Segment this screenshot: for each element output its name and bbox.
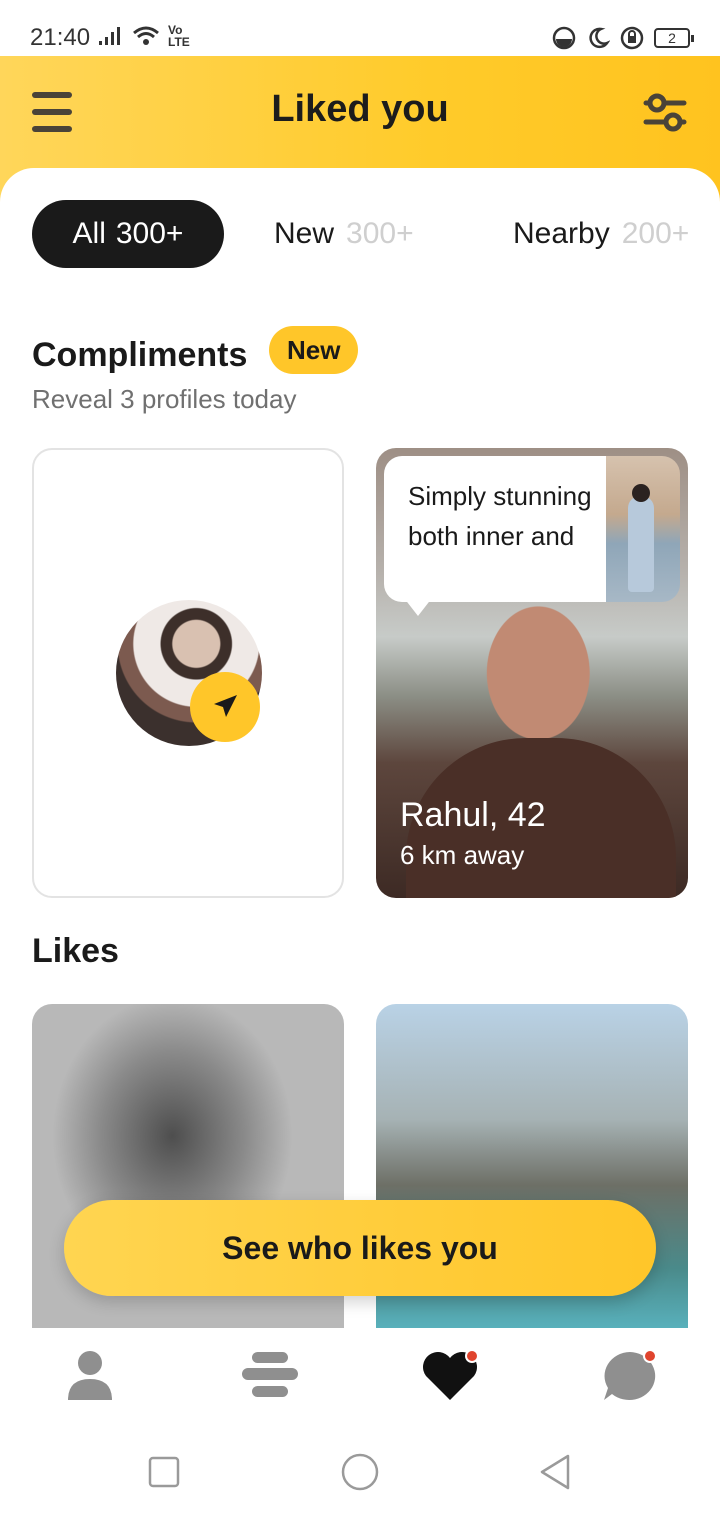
tab-new-label: New bbox=[274, 217, 335, 250]
chat-icon[interactable] bbox=[598, 1346, 662, 1406]
filter-tabs: All 300+ New 300+ Nearby 200+ bbox=[32, 200, 720, 270]
profile-name-age: Rahul, 42 bbox=[400, 796, 546, 834]
person-icon[interactable] bbox=[58, 1346, 122, 1406]
see-who-likes-you-button[interactable]: See who likes you bbox=[64, 1200, 656, 1296]
status-bar: 21:40 Vo LTE 2 bbox=[0, 0, 720, 56]
compliment-profile-card[interactable]: Simply stunning both inner and Rahul, 42… bbox=[376, 448, 688, 898]
battery-icon: 2 bbox=[654, 28, 694, 48]
bottom-nav bbox=[0, 1328, 720, 1428]
compliment-bubble: Simply stunning both inner and bbox=[384, 456, 606, 602]
tab-new[interactable]: New 300+ bbox=[274, 200, 414, 268]
compliments-subtitle: Reveal 3 profiles today bbox=[32, 384, 297, 414]
status-time: 21:40 bbox=[30, 24, 91, 51]
rotation-lock-icon bbox=[620, 26, 644, 50]
heart-icon[interactable] bbox=[418, 1346, 482, 1406]
tab-all-label: All bbox=[72, 217, 106, 250]
home-icon[interactable] bbox=[340, 1452, 380, 1492]
new-badge: New bbox=[269, 326, 359, 374]
back-icon[interactable] bbox=[536, 1452, 576, 1492]
tab-all[interactable]: All 300+ bbox=[32, 200, 224, 268]
filter-icon[interactable] bbox=[642, 90, 688, 136]
tab-all-count: 300+ bbox=[115, 217, 184, 250]
system-nav-bar bbox=[0, 1428, 720, 1520]
sender-photo-thumbnail bbox=[606, 456, 680, 602]
my-avatar bbox=[116, 600, 262, 746]
tab-nearby-label: Nearby bbox=[513, 217, 610, 250]
volte-label: Vo LTE bbox=[168, 23, 190, 49]
tab-new-count: 300+ bbox=[346, 217, 414, 250]
bubble-tail bbox=[404, 598, 432, 616]
moon-icon bbox=[589, 27, 610, 49]
wifi-icon bbox=[133, 26, 159, 45]
page-title: Liked you bbox=[271, 88, 449, 130]
recents-icon[interactable] bbox=[144, 1452, 184, 1492]
main-content: All 300+ New 300+ Nearby 200+ Compliment… bbox=[0, 168, 720, 1328]
signal-icon bbox=[99, 27, 120, 45]
tab-nearby-count: 200+ bbox=[621, 217, 690, 250]
data-saver-icon bbox=[552, 26, 576, 50]
stack-icon[interactable] bbox=[238, 1346, 302, 1406]
tab-nearby[interactable]: Nearby 200+ bbox=[513, 200, 689, 268]
send-compliment-card[interactable] bbox=[32, 448, 344, 898]
likes-title: Likes bbox=[32, 932, 119, 970]
profile-distance: 6 km away bbox=[400, 840, 525, 870]
battery-level: 2 bbox=[668, 30, 676, 46]
send-icon[interactable] bbox=[190, 672, 260, 742]
compliment-text: Simply stunning both inner and bbox=[408, 481, 592, 551]
compliments-title: Compliments bbox=[32, 336, 248, 374]
